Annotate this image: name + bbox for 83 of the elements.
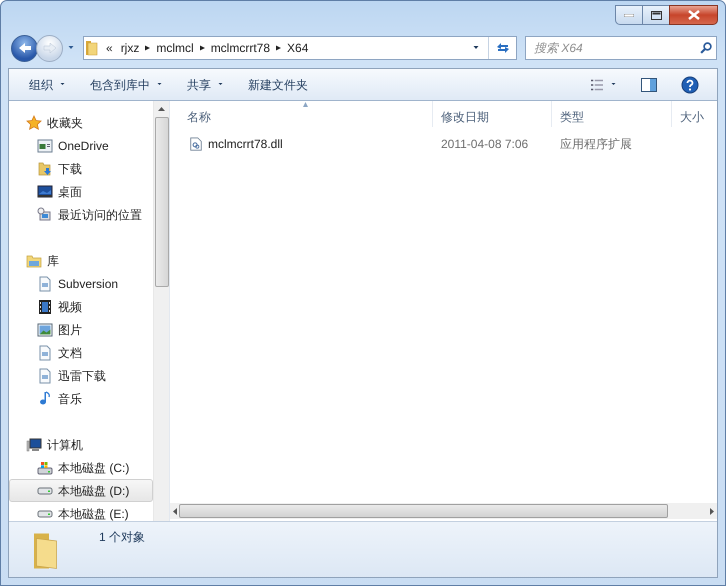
details-view-icon xyxy=(590,78,604,90)
vertical-scrollbar[interactable] xyxy=(153,101,169,521)
refresh-icon xyxy=(496,42,510,54)
maximize-button[interactable] xyxy=(642,5,669,25)
date-cell-text: 2011-04-08 7:06 xyxy=(440,136,530,153)
sidebar-item[interactable]: 本地磁盘 (C:) xyxy=(9,456,153,479)
search-box[interactable]: 搜索 X64 xyxy=(525,36,717,60)
caret-icon xyxy=(59,82,66,86)
help-icon xyxy=(681,76,699,94)
breadcrumb-arrow-icon xyxy=(276,44,282,52)
picture-icon xyxy=(37,322,53,338)
close-icon xyxy=(688,10,700,20)
breadcrumb-item[interactable]: mclmcl xyxy=(150,39,200,57)
back-arrow-icon xyxy=(18,42,32,54)
document-icon xyxy=(37,368,53,384)
preview-pane-icon xyxy=(641,76,657,92)
minimize-icon xyxy=(624,14,634,16)
toolbar-button[interactable]: 组织 xyxy=(15,74,78,96)
forward-arrow-icon xyxy=(42,42,56,54)
scroll-left-arrow-icon[interactable] xyxy=(173,508,177,514)
breadcrumb-arrow-icon xyxy=(200,44,205,52)
column-header[interactable]: 大小 xyxy=(672,101,726,127)
caret-icon xyxy=(610,82,617,86)
recent-places-icon xyxy=(37,206,53,222)
overflow-chevron[interactable]: « xyxy=(100,39,115,57)
sidebar-item[interactable]: 本地磁盘 (E:) xyxy=(9,502,153,521)
dropdown-caret-icon xyxy=(472,46,480,50)
toolbar-button[interactable]: 共享 xyxy=(175,74,236,96)
close-button[interactable] xyxy=(669,5,718,25)
file-icon xyxy=(189,136,203,152)
back-button[interactable] xyxy=(11,34,38,62)
drive-icon xyxy=(37,510,53,518)
caret-icon xyxy=(217,82,224,86)
horizontal-scrollbar[interactable] xyxy=(170,503,717,519)
recent-pages-caret-icon xyxy=(67,46,75,50)
breadcrumb-item[interactable]: rjxz xyxy=(114,39,146,57)
sidebar-item[interactable]: 迅雷下载 xyxy=(9,364,153,387)
breadcrumb-item[interactable]: mclmcrrt78 xyxy=(204,39,276,57)
sidebar-item[interactable]: 桌面 xyxy=(9,180,153,203)
scroll-up-arrow-icon[interactable] xyxy=(158,107,165,111)
folder-icon xyxy=(84,40,100,56)
sidebar-item[interactable]: 本地磁盘 (D:) xyxy=(9,479,153,502)
column-header[interactable]: 修改日期 xyxy=(433,101,552,127)
sidebar-item[interactable]: OneDrive xyxy=(9,134,153,157)
search-field[interactable]: 搜索 X64 xyxy=(526,37,700,59)
caret-icon xyxy=(156,82,163,86)
library-folder-icon xyxy=(26,252,42,268)
toolbar-button[interactable]: 包含到库中 xyxy=(78,74,175,96)
scroll-right-arrow-icon[interactable] xyxy=(710,508,714,514)
sidebar-group[interactable]: 收藏夹 xyxy=(9,111,153,134)
sidebar-group[interactable]: 库 xyxy=(9,249,153,272)
star-icon xyxy=(26,114,42,130)
search-icon xyxy=(700,42,712,54)
sort-arrow-icon xyxy=(301,102,310,107)
column-header[interactable]: 名称 xyxy=(170,101,433,127)
sidebar-item[interactable]: 视频 xyxy=(9,295,153,318)
breadcrumb-arrow-icon xyxy=(145,44,150,52)
sidebar-item[interactable]: Subversion xyxy=(9,272,153,295)
sidebar-item[interactable]: 图片 xyxy=(9,318,153,341)
sidebar-item[interactable]: 音乐 xyxy=(9,387,153,410)
window-icon xyxy=(37,138,53,154)
status-text: 1 个对象 xyxy=(99,529,146,546)
maximize-icon xyxy=(650,10,662,20)
document-icon xyxy=(37,344,53,360)
sidebar-group[interactable]: 计算机 xyxy=(9,433,153,456)
type-cell-text: 应用程序扩展 xyxy=(559,136,633,153)
drive-icon xyxy=(37,460,53,476)
column-header[interactable]: 类型 xyxy=(552,101,672,127)
breadcrumb-item[interactable]: X64 xyxy=(281,39,314,57)
file-name-cell[interactable]: mclmcrrt78.dll xyxy=(170,135,433,153)
monitor-icon xyxy=(37,184,53,200)
sidebar-item[interactable]: 最近访问的位置 xyxy=(9,203,153,226)
film-icon xyxy=(37,298,53,314)
toolbar-button[interactable]: 新建文件夹 xyxy=(236,74,320,96)
address-bar[interactable]: « rjxz mclmcl mclmcrrt78 X64 xyxy=(83,36,517,60)
minimize-button[interactable] xyxy=(615,5,642,25)
document-icon xyxy=(37,276,53,292)
music-note-icon xyxy=(37,390,53,406)
sidebar-item[interactable]: 文档 xyxy=(9,341,153,364)
folder-download-icon xyxy=(37,160,53,176)
computer-icon xyxy=(26,436,42,452)
sidebar-item[interactable]: 下载 xyxy=(9,157,153,180)
drive-icon xyxy=(37,486,53,494)
